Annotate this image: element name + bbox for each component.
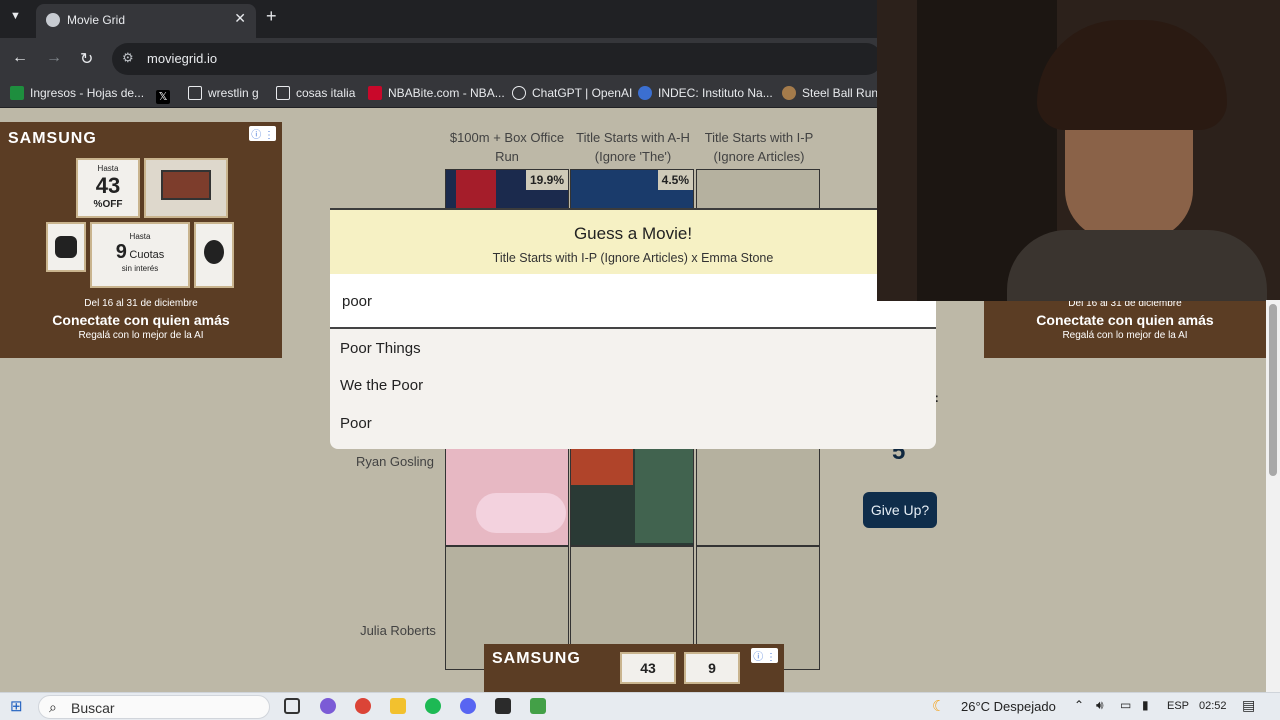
bookmark-folder-wrestling[interactable]: wrestlin g (188, 86, 259, 100)
ad-subline: Regalá con lo mejor de la AI (78, 330, 204, 341)
site-info-icon[interactable]: ⚙ (122, 50, 134, 66)
close-tab-icon[interactable]: ✕ (234, 10, 246, 27)
movie-search-box (330, 274, 936, 329)
new-tab-icon[interactable]: + (266, 6, 277, 27)
scrollbar-thumb[interactable] (1269, 304, 1277, 476)
app-icon-green[interactable] (530, 698, 546, 714)
tab-title: Movie Grid (67, 13, 126, 27)
notifications-icon[interactable]: ▤ (1242, 697, 1255, 714)
bookmark-indec[interactable]: INDEC: Instituto Na... (638, 86, 773, 100)
suggestion-item[interactable]: Poor Things (340, 340, 421, 357)
guess-modal-header: Guess a Movie! Title Starts with I-P (Ig… (330, 208, 936, 274)
browser-tab[interactable]: Movie Grid ✕ (36, 4, 256, 38)
steel-ball-run-icon (782, 86, 796, 100)
microphone-icon[interactable]: ▮ (1142, 698, 1149, 712)
bookmark-x[interactable]: 𝕏 (156, 86, 176, 104)
give-up-button[interactable]: Give Up? (863, 492, 937, 528)
indec-icon (638, 86, 652, 100)
suggestion-item[interactable]: Poor (340, 415, 372, 432)
discord-icon[interactable] (460, 698, 476, 714)
watch-image (194, 222, 234, 288)
ad-product-cards: Hasta 43 %OFF Hasta 9 Cuotas sin interés (46, 158, 236, 288)
windows-start-icon[interactable]: ⊞ (10, 697, 23, 715)
bookmark-nbabite[interactable]: NBABite.com - NBA... (368, 86, 505, 100)
ad-headline: Conectate con quien amás (52, 312, 230, 328)
folder-icon (276, 86, 290, 100)
bookmark-chatgpt[interactable]: ChatGPT | OpenAI (512, 86, 632, 100)
weather-text[interactable]: 26°C Despejado (961, 699, 1056, 714)
taskbar-search[interactable]: ⌕ Buscar (38, 695, 270, 719)
ad-brand: SAMSUNG (492, 650, 581, 667)
cell-percentage: 4.5% (657, 170, 693, 190)
taskbar-search-label: Buscar (71, 700, 115, 716)
openai-icon (512, 86, 526, 100)
column-header-box-office: $100m + Box Office Run (449, 130, 565, 164)
suggestions-list: Poor Things We the Poor Poor (330, 329, 936, 449)
task-view-icon[interactable] (284, 698, 300, 714)
bookmark-steel-ball-run[interactable]: Steel Ball Run M (782, 86, 891, 100)
cell-percentage: 19.9% (525, 170, 568, 190)
tab-search-icon[interactable]: ▼ (10, 10, 21, 22)
column-header-i-p: Title Starts with I-P (Ignore Articles) (704, 130, 814, 164)
spotify-icon[interactable] (425, 698, 441, 714)
laptop-image (144, 158, 228, 218)
page-scrollbar[interactable] (1266, 300, 1280, 692)
suggestion-item[interactable]: We the Poor (340, 377, 423, 394)
column-header-a-h: Title Starts with A-H (Ignore 'The') (576, 130, 690, 164)
ad-cuotas-card: Hasta 9 Cuotas sin interés (90, 222, 190, 288)
tray-chevron-icon[interactable]: ⌃ (1074, 698, 1084, 712)
sheets-icon (10, 86, 24, 100)
ad-discount-card: Hasta 43 %OFF (76, 158, 140, 218)
ad-subline: Regalá con lo mejor de la AI (1062, 330, 1188, 341)
volume-icon[interactable]: 🔊︎ (1096, 698, 1104, 713)
address-bar[interactable]: ⚙ moviegrid.io (112, 43, 882, 75)
file-explorer-icon[interactable] (390, 698, 406, 714)
network-icon[interactable]: ▭ (1120, 698, 1131, 712)
samsung-ad-bottom[interactable]: ⓘ ⋮ SAMSUNG 43 9 (484, 644, 784, 692)
clock[interactable]: 02:52 (1199, 700, 1227, 712)
moon-weather-icon: ☾ (932, 698, 946, 715)
ad-date: Del 16 al 31 de diciembre (84, 298, 198, 309)
ad-discount-card: 43 (620, 652, 676, 684)
url-text: moviegrid.io (147, 51, 218, 66)
webcam-overlay (877, 0, 1280, 301)
ad-cuotas-card: 9 (684, 652, 740, 684)
reload-icon[interactable]: ↻ (80, 49, 93, 69)
nba-icon (368, 86, 382, 100)
chrome-icon[interactable] (355, 698, 371, 714)
app-icon[interactable] (495, 698, 511, 714)
ad-info-icon[interactable]: ⓘ ⋮ (751, 648, 778, 663)
back-icon[interactable]: ← (12, 49, 28, 67)
folder-icon (188, 86, 202, 100)
modal-subtitle: Title Starts with I-P (Ignore Articles) … (492, 251, 774, 265)
movie-search-input[interactable] (342, 290, 902, 312)
forward-icon[interactable]: → (46, 49, 62, 67)
bookmark-folder-italia[interactable]: cosas italia (276, 86, 355, 100)
modal-title: Guess a Movie! (573, 224, 693, 243)
copilot-icon[interactable] (320, 698, 336, 714)
row-header-julia-roberts: Julia Roberts (360, 623, 436, 638)
row-header-ryan-gosling: Ryan Gosling (355, 454, 435, 469)
language-indicator[interactable]: ESP (1167, 700, 1189, 712)
search-icon: ⌕ (49, 699, 57, 715)
samsung-ad-left[interactable]: ⓘ ⋮ SAMSUNG Hasta 43 %OFF Hasta 9 Cuotas… (0, 122, 282, 358)
earbuds-image (46, 222, 86, 272)
x-logo-icon: 𝕏 (156, 90, 170, 104)
ad-info-icon[interactable]: ⓘ ⋮ (249, 126, 276, 141)
windows-taskbar: ⊞ ⌕ Buscar ☾ 26°C Despejado ⌃ 🔊︎ ▭ ▮ ESP… (0, 692, 1280, 720)
ad-brand: SAMSUNG (8, 130, 97, 147)
movie-poster-image (476, 493, 566, 533)
ad-headline: Conectate con quien amás (1036, 312, 1214, 328)
bookmark-sheets[interactable]: Ingresos - Hojas de... (10, 86, 144, 100)
site-favicon-icon (46, 13, 60, 27)
